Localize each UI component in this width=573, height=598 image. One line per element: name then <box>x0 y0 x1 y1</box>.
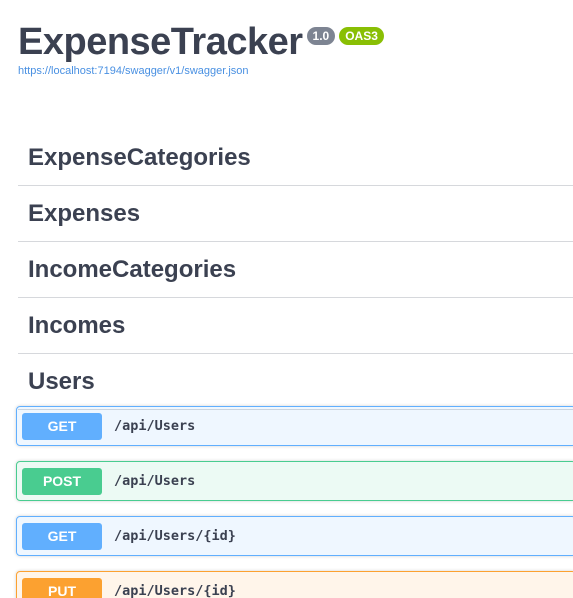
tag-expenses[interactable]: Expenses <box>18 186 573 242</box>
tag-label: IncomeCategories <box>28 255 237 283</box>
operation-post-users[interactable]: POST /api/Users <box>16 461 573 501</box>
swagger-page: ExpenseTracker 1.0 OAS3 https://localhos… <box>0 0 573 598</box>
api-info: ExpenseTracker 1.0 OAS3 https://localhos… <box>0 0 573 78</box>
tag-label: Users <box>28 367 95 395</box>
operation-path: /api/Users <box>114 473 196 489</box>
version-badge: 1.0 <box>306 27 336 45</box>
title-row: ExpenseTracker 1.0 OAS3 <box>18 20 573 64</box>
tag-incomes[interactable]: Incomes <box>18 298 573 354</box>
operation-get-user-by-id[interactable]: GET /api/Users/{id} <box>16 516 573 556</box>
tag-expense-categories[interactable]: ExpenseCategories <box>18 130 573 186</box>
spec-url-link[interactable]: https://localhost:7194/swagger/v1/swagge… <box>18 64 573 78</box>
operation-get-users[interactable]: GET /api/Users <box>16 406 573 446</box>
operation-list: GET /api/Users POST /api/Users GET /api/… <box>16 406 573 598</box>
method-badge-post: POST <box>22 467 102 495</box>
operation-path: /api/Users/{id} <box>114 583 236 598</box>
oas-badge: OAS3 <box>339 27 384 45</box>
tag-label: Incomes <box>28 311 126 339</box>
operation-path: /api/Users/{id} <box>114 528 236 544</box>
tag-income-categories[interactable]: IncomeCategories <box>18 242 573 298</box>
tag-list: ExpenseCategories Expenses IncomeCategor… <box>18 130 573 410</box>
method-badge-get: GET <box>22 522 102 550</box>
operation-path: /api/Users <box>114 418 196 434</box>
method-badge-get: GET <box>22 412 102 440</box>
tag-label: Expenses <box>28 199 141 227</box>
tag-label: ExpenseCategories <box>28 143 251 171</box>
tag-users[interactable]: Users <box>18 354 573 410</box>
api-title: ExpenseTracker <box>18 21 303 63</box>
operation-put-user-by-id[interactable]: PUT /api/Users/{id} <box>16 571 573 598</box>
method-badge-put: PUT <box>22 577 102 598</box>
